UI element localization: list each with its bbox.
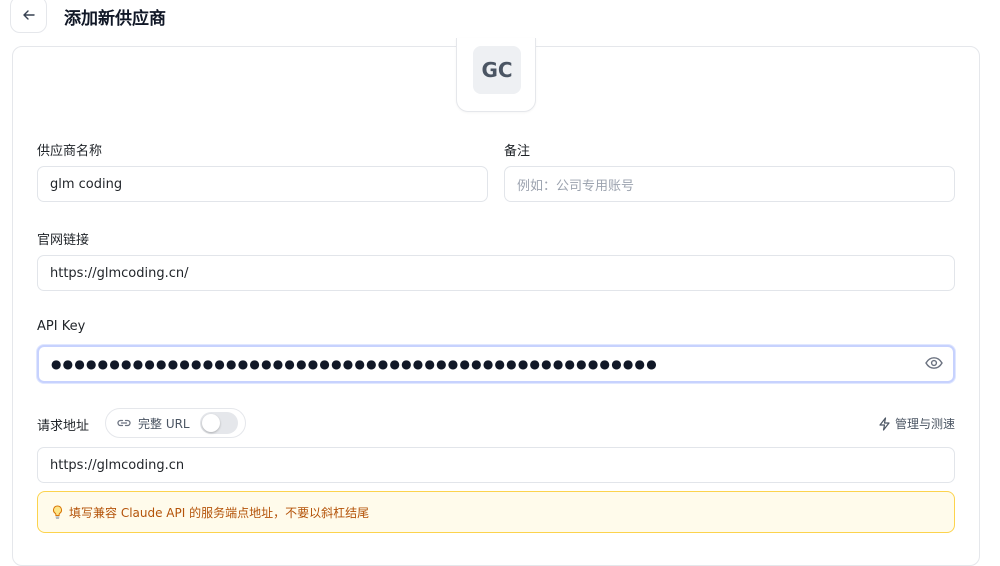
endpoint-label: 请求地址 — [37, 419, 90, 434]
provider-avatar: GC — [473, 46, 521, 94]
back-button[interactable] — [10, 0, 47, 33]
eye-icon[interactable] — [925, 356, 943, 370]
endpoint-hint-text: 填写兼容 Claude API 的服务端点地址，不要以斜杠结尾 — [69, 505, 370, 520]
endpoint-hint: 填写兼容 Claude API 的服务端点地址，不要以斜杠结尾 — [37, 491, 955, 533]
website-input[interactable]: https://glmcoding.cn/ — [37, 255, 955, 291]
lightbulb-icon — [53, 505, 62, 519]
full-url-label: 完整 URL — [138, 416, 190, 431]
lightning-icon — [879, 416, 890, 431]
api-key-label: API Key — [37, 319, 86, 334]
form-card — [12, 46, 980, 566]
api-key-masked-value: ●●●●●●●●●●●●●●●●●●●●●●●●●●●●●●●●●●●●●●●●… — [51, 357, 658, 371]
manage-speedtest-label: 管理与测速 — [894, 417, 955, 431]
top-bar: 添加新供应商 — [0, 0, 1000, 34]
api-key-input[interactable]: ●●●●●●●●●●●●●●●●●●●●●●●●●●●●●●●●●●●●●●●●… — [37, 345, 955, 383]
provider-name-label: 供应商名称 — [37, 144, 103, 159]
provider-name-input[interactable]: glm coding — [37, 166, 488, 202]
page-title: 添加新供应商 — [64, 9, 166, 29]
arrow-left-icon — [22, 9, 35, 20]
full-url-toggle-group[interactable]: 完整 URL — [105, 408, 246, 438]
note-input[interactable]: 例如：公司专用账号 — [504, 166, 955, 202]
avatar-frame[interactable]: GC — [456, 38, 536, 112]
switch-knob — [202, 414, 220, 432]
note-label: 备注 — [504, 144, 531, 159]
link-icon — [117, 419, 131, 427]
manage-speedtest-button[interactable]: 管理与测速 — [878, 415, 955, 432]
full-url-switch[interactable] — [200, 412, 238, 434]
website-label: 官网链接 — [37, 233, 90, 248]
endpoint-input[interactable]: https://glmcoding.cn — [37, 447, 955, 483]
